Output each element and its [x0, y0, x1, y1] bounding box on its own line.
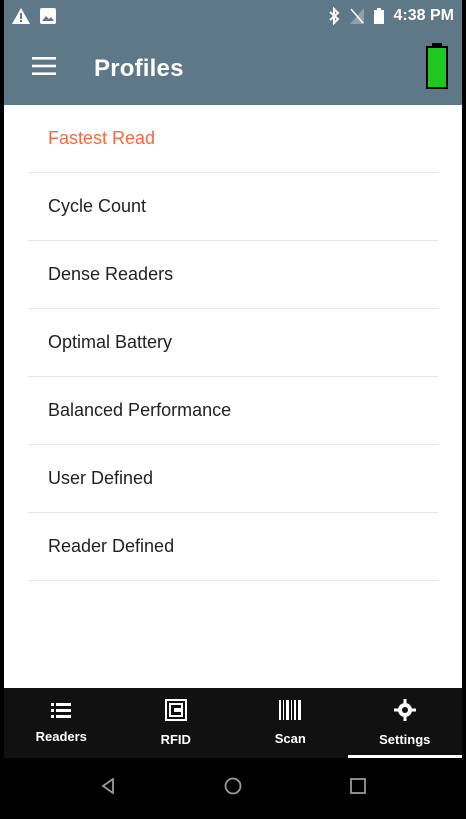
back-icon	[101, 777, 115, 799]
home-icon	[224, 777, 242, 800]
tab-label: Readers	[35, 729, 87, 744]
list-item-label: Fastest Read	[48, 128, 156, 148]
tab-readers[interactable]: Readers	[4, 688, 119, 758]
bottom-nav: Readers RFID Scan Settings	[4, 688, 462, 758]
reader-battery-indicator[interactable]	[426, 43, 448, 94]
list-item-reader-defined[interactable]: Reader Defined	[28, 513, 438, 581]
tab-settings[interactable]: Settings	[347, 688, 463, 758]
app-bar: Profiles	[4, 32, 462, 105]
list-item-label: Balanced Performance	[48, 400, 232, 420]
image-icon	[40, 8, 56, 24]
list-item-label: Cycle Count	[48, 196, 147, 216]
list-item-label: User Defined	[48, 468, 154, 488]
status-time: 4:38 PM	[393, 7, 454, 24]
list-item-optimal-battery[interactable]: Optimal Battery	[28, 309, 438, 377]
tab-label: Settings	[379, 732, 431, 747]
menu-icon	[32, 57, 56, 80]
home-button[interactable]	[213, 769, 253, 809]
gear-icon	[393, 699, 416, 726]
barcode-icon	[279, 700, 302, 725]
system-nav-bar	[4, 758, 462, 819]
tab-label: Scan	[274, 731, 306, 746]
warning-icon	[12, 8, 30, 24]
list-item-dense-readers[interactable]: Dense Readers	[28, 241, 438, 309]
page-title: Profiles	[94, 54, 184, 82]
list-item-cycle-count[interactable]: Cycle Count	[28, 173, 438, 241]
list-item-fastest-read[interactable]: Fastest Read	[28, 105, 438, 173]
menu-button[interactable]	[14, 39, 74, 99]
recents-icon	[350, 778, 366, 799]
list-item-label: Reader Defined	[48, 536, 175, 556]
tab-label: RFID	[160, 732, 191, 747]
bluetooth-icon	[328, 7, 340, 25]
tab-rfid[interactable]: RFID	[119, 688, 234, 758]
profiles-list: Fastest Read Cycle Count Dense Readers O…	[4, 105, 462, 581]
list-item-label: Optimal Battery	[48, 332, 173, 352]
rfid-icon	[164, 699, 187, 726]
list-item-user-defined[interactable]: User Defined	[28, 445, 438, 513]
back-button[interactable]	[88, 769, 128, 809]
battery-icon	[373, 8, 384, 24]
list-item-label: Dense Readers	[48, 264, 174, 284]
list-icon	[51, 702, 72, 723]
tab-scan[interactable]: Scan	[233, 688, 348, 758]
no-sim-icon	[349, 8, 364, 24]
battery-icon	[426, 43, 448, 94]
recents-button[interactable]	[338, 769, 378, 809]
list-item-balanced-performance[interactable]: Balanced Performance	[28, 377, 438, 445]
status-bar: 4:38 PM	[4, 0, 462, 32]
device-screen: 4:38 PM Profiles Fastest Read Cycle Coun…	[0, 0, 466, 819]
